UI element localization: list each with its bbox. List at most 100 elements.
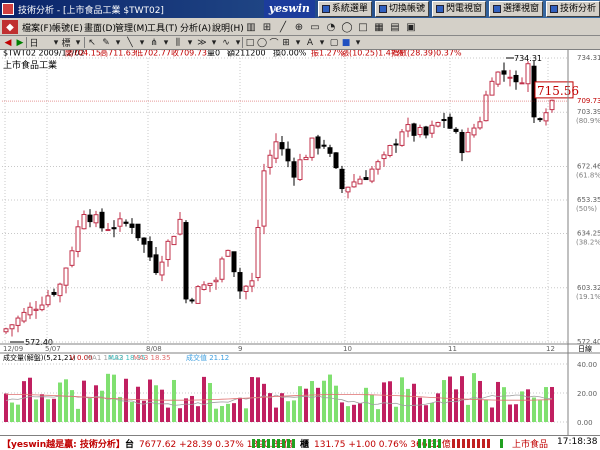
volume-bar	[364, 387, 368, 422]
volume-bar	[466, 404, 470, 422]
menu-item-6[interactable]: 說明(H)	[212, 21, 244, 34]
candle-body	[177, 218, 183, 235]
status-led	[292, 439, 295, 448]
volume-bar	[184, 398, 188, 422]
dropdown-icon[interactable]: ▾	[184, 36, 196, 49]
circle-icon[interactable]: ◯	[340, 20, 354, 34]
pen-icon[interactable]: ✎	[100, 36, 112, 49]
candle-body	[369, 168, 375, 182]
candle-body	[93, 214, 99, 224]
candle-body	[345, 186, 351, 193]
task-button-3[interactable]: 選擇視窗	[488, 1, 543, 17]
back-arrow-icon[interactable]: ◀	[2, 36, 14, 49]
candle-body	[501, 70, 507, 75]
candle-body	[399, 131, 405, 146]
ruler-icon[interactable]: ▭	[308, 20, 322, 34]
candle-body	[303, 156, 309, 161]
candle-body	[453, 128, 459, 132]
bars-icon[interactable]: ⫼	[172, 36, 184, 49]
menu-item-2[interactable]: 畫面(D)	[84, 21, 116, 34]
candle-body	[387, 145, 393, 156]
dropdown-icon[interactable]: ▾	[208, 36, 220, 49]
calc-icon[interactable]: ▤	[388, 20, 402, 34]
menu-item-4[interactable]: 工具(T)	[147, 21, 178, 34]
grid-draw-icon[interactable]: ⊞	[280, 36, 292, 49]
app-menu-icon[interactable]: ◆	[2, 20, 18, 34]
y-axis-price: 653.35	[577, 196, 600, 204]
candle-icon[interactable]: ⊞	[260, 20, 274, 34]
candle-body	[543, 112, 549, 122]
candle-body	[477, 121, 483, 129]
menu-item-3[interactable]: 管理(M)	[115, 21, 148, 34]
task-button-0[interactable]: 系統選單	[317, 1, 372, 17]
fork-icon[interactable]: ⋔	[148, 36, 160, 49]
stock-chart[interactable]: $TWT02 2009/12/02開704.15 高711.63 低702.77 收7…	[0, 50, 600, 435]
volume-bar	[34, 399, 38, 422]
dropdown-icon[interactable]: ▾	[72, 36, 84, 49]
volume-bar	[370, 394, 374, 422]
volume-bar	[46, 399, 50, 422]
eraser-icon[interactable]: ▢	[328, 36, 340, 49]
status-led	[487, 439, 490, 448]
line-icon[interactable]: ╱	[276, 20, 290, 34]
line-draw-icon[interactable]: ╲	[124, 36, 136, 49]
volume-value: 成交值 21.12	[186, 353, 229, 362]
chart-area[interactable]: $TWT02 2009/12/02 開704.15 高711.63 低702.77 收7…	[0, 50, 600, 435]
y-axis-price: 703.39	[577, 108, 600, 116]
arc-icon[interactable]: ⌒	[268, 36, 280, 49]
fan-icon[interactable]: ≫	[196, 36, 208, 49]
task-button-1[interactable]: 切換帳號	[374, 1, 429, 17]
wave-icon[interactable]: ∿	[220, 36, 232, 49]
dropdown-icon[interactable]: ▾	[292, 36, 304, 49]
dropdown-icon[interactable]: ▾	[112, 36, 124, 49]
period-select[interactable]: 日	[28, 36, 40, 49]
info-close: 收709.73	[171, 50, 207, 58]
volume-bar	[352, 404, 356, 422]
dropdown-icon[interactable]: ▾	[352, 36, 364, 49]
status-led	[257, 439, 260, 448]
dropdown-icon[interactable]: ▾	[160, 36, 172, 49]
menu-item-0[interactable]: 檔案(F)	[22, 21, 52, 34]
color-icon[interactable]: ■	[340, 36, 352, 49]
status-led	[482, 439, 485, 448]
menu-item-5[interactable]: 分析(A)	[180, 21, 211, 34]
bar-chart-icon[interactable]: ▥	[244, 20, 258, 34]
size-label: 標	[61, 39, 71, 49]
volume-bar	[232, 403, 236, 422]
task-label[interactable]: 上市食品	[512, 437, 548, 450]
x-axis-label: 5/07	[45, 345, 61, 353]
candle-body	[57, 283, 63, 297]
grid-icon[interactable]: ▦	[372, 20, 386, 34]
status-led	[287, 439, 290, 448]
dropdown-icon[interactable]: ▾	[136, 36, 148, 49]
candle-body	[267, 154, 273, 168]
candle-body	[87, 214, 93, 223]
y-axis-pct: (19.1%)	[576, 293, 600, 301]
candle-body	[429, 124, 435, 134]
zoom-icon[interactable]: ⊕	[292, 20, 306, 34]
candle-body	[315, 136, 321, 149]
text-icon[interactable]: A	[304, 36, 316, 49]
candle-body	[495, 71, 501, 85]
candle-body	[549, 99, 555, 111]
candle-body	[471, 127, 477, 136]
y-axis-pct: (38.2%)	[576, 239, 600, 247]
dropdown-icon[interactable]: ▾	[316, 36, 328, 49]
task-button-2[interactable]: 閃電視窗	[431, 1, 486, 17]
app-icon	[2, 3, 14, 15]
candle-body	[405, 124, 411, 132]
candle-body	[129, 223, 135, 228]
ellipse-icon[interactable]: ◯	[256, 36, 268, 49]
pie-icon[interactable]: ◔	[324, 20, 338, 34]
chart-icon[interactable]: ▣	[404, 20, 418, 34]
volume-bar	[388, 381, 392, 422]
cursor-icon[interactable]: ↖	[86, 36, 98, 49]
task-button-4[interactable]: 技術分析	[545, 1, 600, 17]
candle-body	[135, 223, 141, 239]
volume-bar	[400, 377, 404, 422]
forward-arrow-icon[interactable]: ▶	[14, 36, 26, 49]
menu-item-1[interactable]: 帳號(E)	[52, 21, 83, 34]
rect-icon[interactable]: □	[356, 20, 370, 34]
rect-draw-icon[interactable]: □	[244, 36, 256, 49]
status-led	[282, 439, 285, 448]
